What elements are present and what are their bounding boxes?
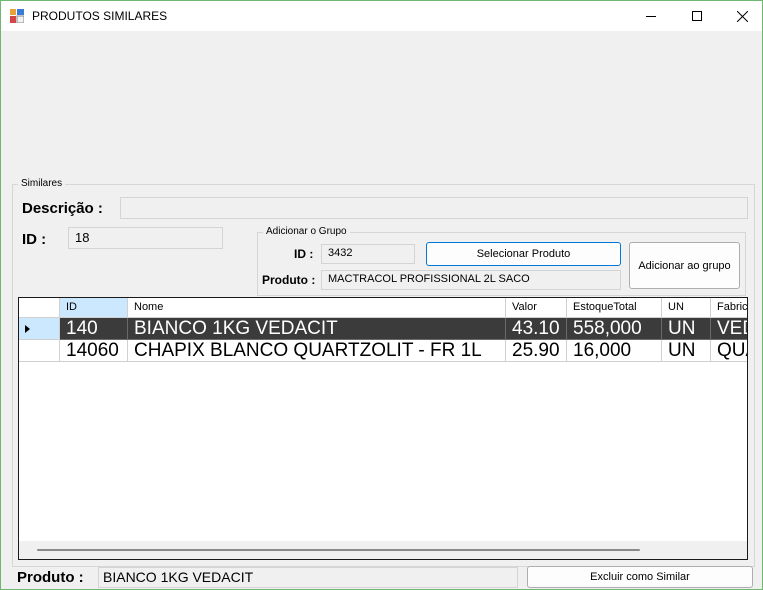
descricao-field[interactable] — [120, 197, 748, 219]
selecionar-produto-button[interactable]: Selecionar Produto — [426, 242, 621, 266]
row-selector-arrow-icon — [25, 325, 30, 333]
horizontal-scrollbar[interactable] — [19, 541, 747, 559]
maximize-icon — [692, 11, 702, 21]
adicionar-id-field[interactable]: 3432 — [321, 244, 415, 264]
column-header-estoque-total[interactable]: EstoqueTotal — [567, 298, 662, 318]
app-icon — [10, 9, 24, 23]
excluir-como-similar-button[interactable]: Excluir como Similar — [527, 566, 753, 588]
grid-corner-header — [19, 298, 60, 318]
window-title: PRODUTOS SIMILARES — [32, 9, 168, 23]
table-cell[interactable]: BIANCO 1KG VEDACIT — [128, 318, 506, 340]
footer-produto-field[interactable]: BIANCO 1KG VEDACIT — [98, 567, 518, 588]
table-cell[interactable]: 16,000 — [567, 340, 662, 362]
table-cell[interactable]: QUARTZOLIT — [711, 340, 747, 362]
adicionar-produto-field[interactable]: MACTRACOL PROFISSIONAL 2L SACO — [321, 270, 621, 290]
adicionar-produto-label: Produto : — [262, 273, 316, 287]
minimize-icon — [646, 16, 656, 17]
row-selector[interactable] — [19, 318, 60, 340]
table-cell[interactable]: 43.10 — [506, 318, 567, 340]
id-field[interactable]: 18 — [68, 227, 223, 249]
minimize-button[interactable] — [628, 1, 674, 31]
column-header-un[interactable]: UN — [662, 298, 711, 318]
maximize-button[interactable] — [674, 1, 720, 31]
column-header-id[interactable]: ID — [60, 298, 128, 318]
table-cell[interactable]: 558,000 — [567, 318, 662, 340]
table-cell[interactable]: UN — [662, 318, 711, 340]
produtos-similares-window: PRODUTOS SIMILARES Similares Descrição :… — [0, 0, 763, 590]
table-cell[interactable]: 25.90 — [506, 340, 567, 362]
column-header-nome[interactable]: Nome — [128, 298, 506, 318]
table-cell[interactable]: UN — [662, 340, 711, 362]
adicionar-id-label: ID : — [294, 247, 314, 261]
footer-produto-label: Produto : — [17, 569, 84, 586]
scrollbar-thumb[interactable] — [37, 549, 640, 551]
table-cell[interactable]: CHAPIX BLANCO QUARTZOLIT - FR 1L — [128, 340, 506, 362]
title-bar: PRODUTOS SIMILARES — [1, 1, 762, 31]
table-cell[interactable]: 14060 — [60, 340, 128, 362]
id-label: ID : — [22, 231, 47, 248]
similares-grid[interactable]: ID Nome Valor EstoqueTotal UN Fabricante… — [18, 297, 748, 560]
adicionar-grupo-label: Adicionar o Grupo — [263, 226, 350, 237]
adicionar-ao-grupo-button[interactable]: Adicionar ao grupo — [629, 242, 740, 289]
table-cell[interactable]: VEDACIT — [711, 318, 747, 340]
close-button[interactable] — [719, 1, 762, 31]
row-selector[interactable] — [19, 340, 60, 362]
column-header-valor[interactable]: Valor — [506, 298, 567, 318]
table-cell[interactable]: 140 — [60, 318, 128, 340]
descricao-label: Descrição : — [22, 200, 103, 217]
column-header-fabricante[interactable]: Fabricante — [711, 298, 747, 318]
similares-group-label: Similares — [18, 178, 66, 189]
close-icon — [736, 10, 748, 22]
